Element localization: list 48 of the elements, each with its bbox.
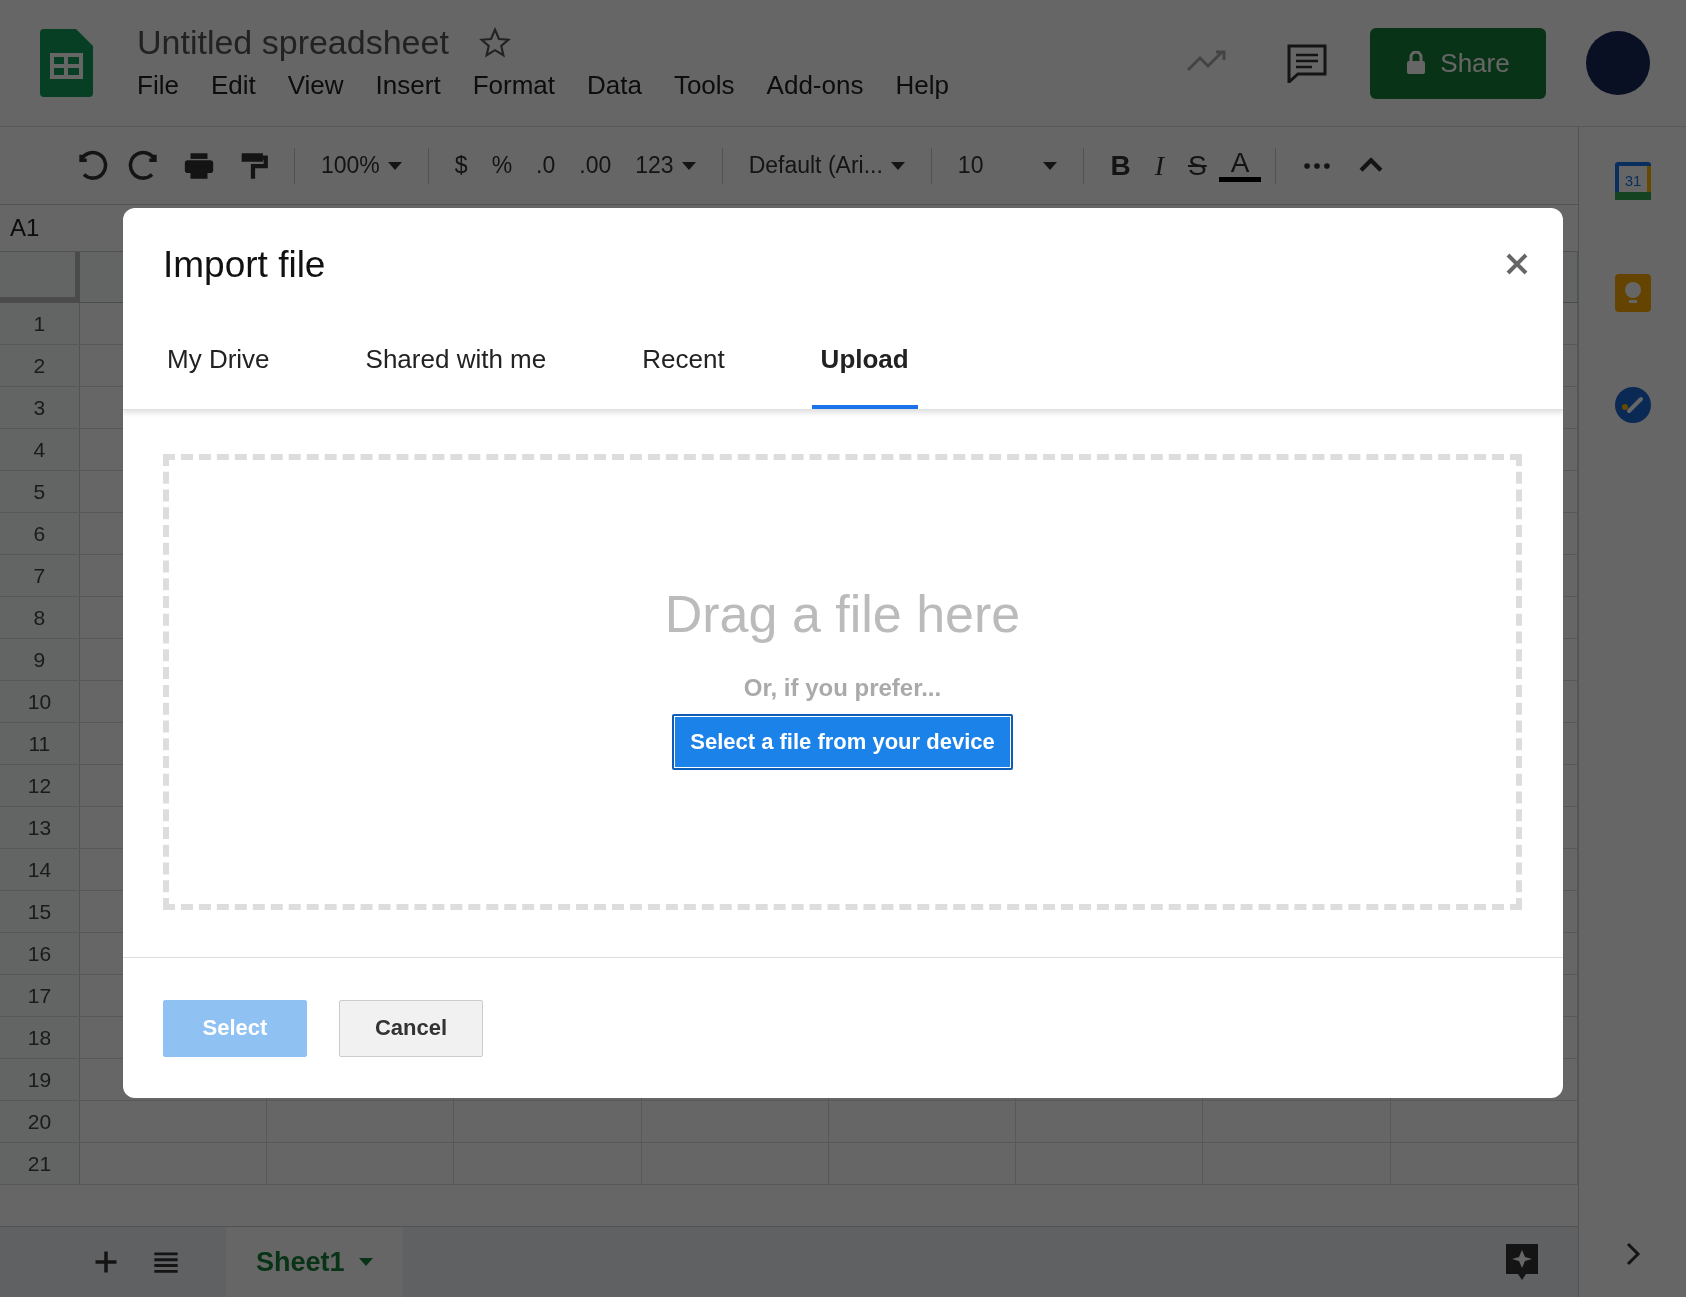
cancel-button[interactable]: Cancel [339,999,483,1057]
menu-item[interactable]: File [123,68,193,103]
comment-icon[interactable] [1286,43,1328,83]
menu-item[interactable]: Format [458,68,569,103]
dialog-tab[interactable]: My Drive [158,344,279,409]
text-color-button[interactable]: A [1218,149,1262,182]
share-button[interactable]: Share [1370,27,1546,99]
dialog-tab[interactable]: Upload [811,344,918,409]
menu-item[interactable]: Help [881,68,963,103]
caret-icon [681,161,696,170]
select-file-button[interactable]: Select a file from your device [672,714,1013,770]
dialog-title: Import file [163,244,326,286]
menu-item[interactable]: View [273,68,358,103]
explore-icon[interactable] [1504,1242,1540,1282]
drop-zone-heading: Drag a file here [664,584,1021,644]
caret-icon [358,1258,373,1266]
close-icon[interactable] [1505,252,1529,276]
decrease-decimals-button[interactable]: .0 [524,152,568,179]
dialog-tab[interactable]: Recent [633,344,734,409]
strikethrough-button[interactable]: S [1176,149,1219,182]
percent-button[interactable]: % [479,152,525,179]
number-format-dropdown[interactable]: 123 [623,152,708,179]
drop-zone-hint: Or, if you prefer... [743,674,942,702]
menu-item[interactable]: Data [573,68,656,103]
currency-button[interactable]: $ [442,152,480,179]
star-icon[interactable] [478,26,511,59]
document-title[interactable]: Untitled spreadsheet [137,23,449,62]
menu-item[interactable]: Insert [361,68,455,103]
sheets-logo-icon[interactable] [40,29,93,97]
caret-icon [1043,161,1058,170]
font-dropdown[interactable]: Default (Ari... [736,152,917,179]
italic-button[interactable]: I [1142,149,1176,182]
sheet-tab[interactable]: Sheet1 [226,1226,403,1297]
caret-icon [387,161,402,170]
bold-button[interactable]: B [1098,149,1143,182]
name-box[interactable]: A1 [10,214,40,242]
menu-item[interactable]: Add-ons [752,68,878,103]
drop-zone[interactable]: Drag a file here Or, if you prefer... Select a file from your device [163,454,1522,910]
menu-item[interactable]: Tools [659,68,749,103]
menu-item[interactable]: Edit [196,68,270,103]
calendar-icon[interactable]: 31 [1613,161,1652,201]
font-size-dropdown[interactable]: 10 [945,152,1070,179]
increase-decimals-button[interactable]: .00 [567,152,624,179]
dialog-tab[interactable]: Shared with me [356,344,556,409]
lock-icon [1406,51,1427,75]
caret-icon [890,161,905,170]
zoom-dropdown[interactable]: 100% [309,152,414,179]
checkmark-circle-icon[interactable] [1613,385,1652,425]
